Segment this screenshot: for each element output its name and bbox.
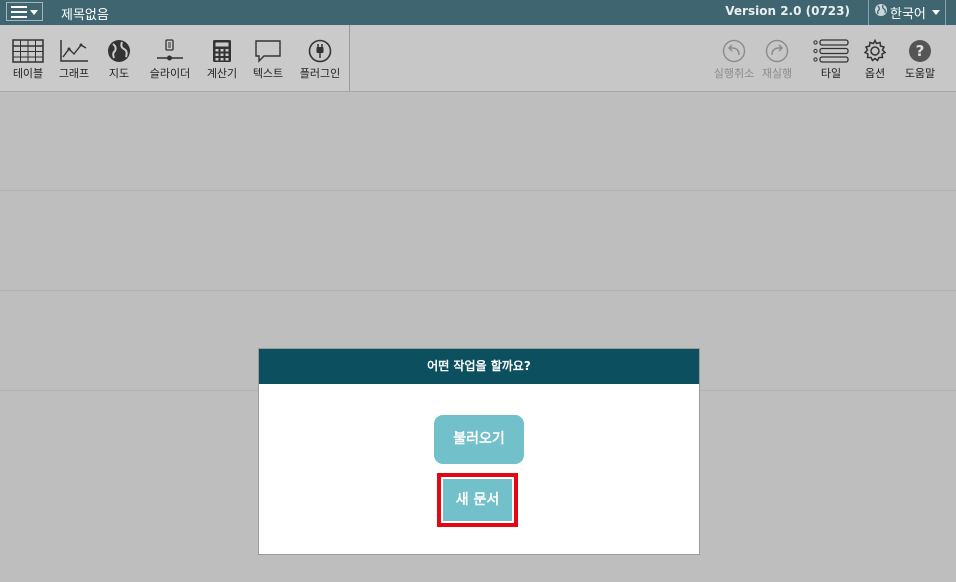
slider-icon (157, 39, 183, 61)
text-tool-label: 텍스트 (252, 67, 284, 80)
svg-text:?: ? (916, 42, 925, 60)
title-bar: 제목없음 Version 2.0 (0723) 한국어 (0, 0, 956, 25)
redo-label: 재실행 (761, 67, 793, 80)
component-tool-group: 테이블 그래프 지도 슬라이더 계산기 텍스트 플러그인 (0, 25, 350, 91)
new-document-button[interactable]: 새 문서 (443, 479, 512, 521)
workspace-divider (0, 290, 956, 291)
help-label: 도움말 (904, 67, 936, 80)
gear-icon (863, 39, 887, 62)
language-menu-button[interactable]: 한국어 (868, 0, 946, 25)
load-button[interactable]: 불러오기 (434, 415, 524, 464)
plug-icon (308, 39, 332, 63)
options-label: 옵션 (864, 67, 886, 80)
text-tool-button[interactable]: 텍스트 (249, 39, 287, 81)
graph-tool-button[interactable]: 그래프 (56, 39, 92, 81)
hamburger-menu-button[interactable] (6, 2, 43, 21)
undo-label: 실행취소 (713, 67, 755, 80)
document-title[interactable]: 제목없음 (61, 4, 109, 23)
plugin-tool-button[interactable]: 플러그인 (297, 39, 343, 81)
globe-icon (874, 3, 888, 21)
dialog-title: 어떤 작업을 할까요? (259, 349, 699, 384)
undo-button[interactable]: 실행취소 (711, 39, 757, 81)
start-dialog: 어떤 작업을 할까요? 불러오기 새 문서 (259, 349, 699, 554)
map-tool-button[interactable]: 지도 (102, 39, 136, 81)
table-icon (12, 39, 44, 63)
slider-tool-label: 슬라이더 (149, 67, 191, 80)
speech-bubble-icon (255, 40, 281, 63)
workspace-divider (0, 190, 956, 191)
tile-button[interactable]: 타일 (812, 39, 850, 81)
redo-icon (765, 39, 789, 63)
redo-button[interactable]: 재실행 (759, 39, 795, 81)
toolbar: 테이블 그래프 지도 슬라이더 계산기 텍스트 플러그인 실행취소 재실행 타일… (0, 25, 956, 92)
language-label: 한국어 (890, 7, 926, 22)
caret-down-icon (932, 10, 940, 15)
options-button[interactable]: 옵션 (858, 39, 892, 81)
graph-icon (60, 40, 88, 62)
hamburger-icon (11, 6, 27, 21)
calculator-tool-button[interactable]: 계산기 (204, 39, 240, 81)
tile-label: 타일 (820, 67, 842, 80)
map-tool-label: 지도 (108, 67, 130, 80)
calculator-tool-label: 계산기 (206, 67, 238, 80)
table-tool-label: 테이블 (12, 67, 44, 80)
calculator-icon (213, 40, 231, 62)
help-button[interactable]: ? 도움말 (900, 39, 940, 81)
version-label: Version 2.0 (0723) (725, 4, 850, 18)
graph-tool-label: 그래프 (58, 67, 90, 80)
slider-tool-button[interactable]: 슬라이더 (146, 39, 194, 81)
plugin-tool-label: 플러그인 (299, 67, 341, 80)
caret-down-icon (30, 10, 38, 15)
new-document-highlight: 새 문서 (437, 473, 518, 527)
undo-icon (722, 39, 746, 63)
help-icon: ? (909, 40, 931, 62)
table-tool-button[interactable]: 테이블 (10, 39, 46, 81)
tile-list-icon (813, 39, 849, 63)
globe-icon (108, 40, 130, 62)
